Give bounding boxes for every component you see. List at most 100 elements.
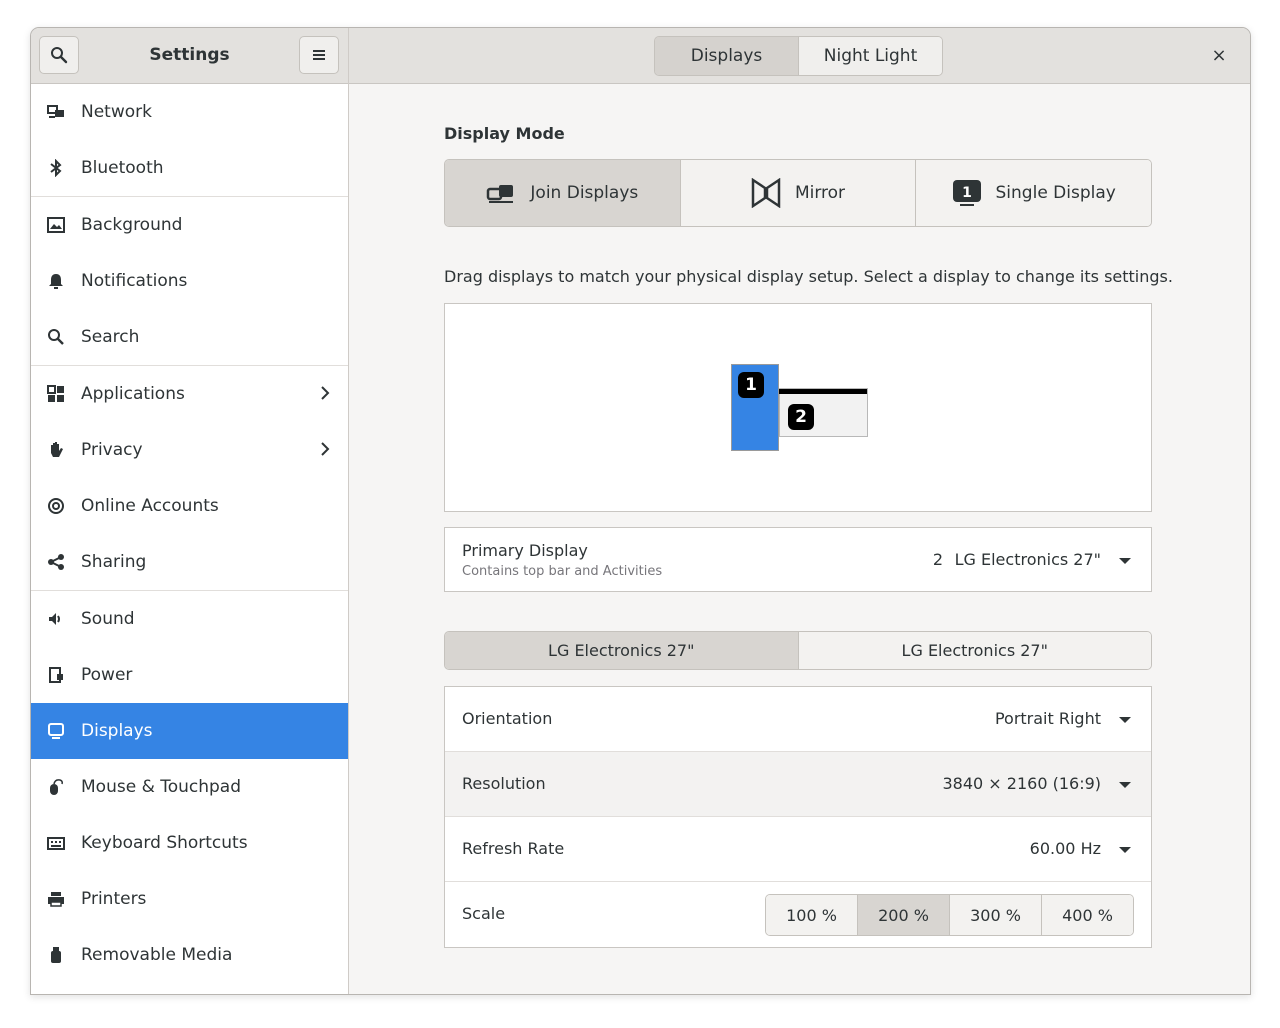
mirror-button[interactable]: Mirror (680, 160, 917, 226)
background-icon (31, 216, 81, 234)
sidebar-item-label: Privacy (81, 440, 143, 460)
menu-button[interactable] (299, 36, 339, 74)
monitor-1-badge: 1 (738, 372, 764, 398)
mouse-icon (31, 778, 81, 796)
monitor-tabs: LG Electronics 27" LG Electronics 27" (444, 631, 1152, 670)
sidebar-item-label: Online Accounts (81, 496, 219, 516)
scale-200-button[interactable]: 200 % (858, 895, 950, 935)
refresh-rate-label: Refresh Rate (462, 839, 565, 858)
scale-selector: 100 % 200 % 300 % 400 % (765, 894, 1134, 936)
orientation-label: Orientation (462, 709, 553, 728)
scale-400-button[interactable]: 400 % (1042, 895, 1133, 935)
power-icon (31, 666, 81, 684)
applications-icon (31, 385, 81, 403)
single-display-icon: 1 (952, 180, 981, 206)
orientation-value: Portrait Right (994, 709, 1101, 728)
view-switcher: Displays Night Light (654, 36, 943, 76)
display-arrangement-area: 1 2 (444, 303, 1152, 512)
sidebar-item-label: Bluetooth (81, 158, 164, 178)
keyboard-icon (31, 834, 81, 852)
usb-icon (31, 946, 81, 964)
close-button[interactable]: × (1206, 42, 1232, 68)
sidebar-item-label: Search (81, 327, 140, 347)
at-icon (31, 497, 81, 515)
join-displays-button[interactable]: Join Displays (445, 160, 681, 226)
svg-text:1: 1 (962, 185, 972, 201)
sidebar-item-sharing[interactable]: Sharing (31, 534, 348, 590)
sidebar-item-power[interactable]: Power (31, 647, 348, 703)
sidebar-item-displays[interactable]: Displays (31, 703, 348, 759)
chevron-right-icon (320, 441, 330, 461)
settings-window: Settings Displays Night Light × Network … (30, 27, 1251, 995)
speaker-icon (31, 610, 81, 628)
display-mode-heading: Display Mode (444, 124, 565, 143)
sidebar-item-label: Sound (81, 609, 135, 629)
sidebar-item-notifications[interactable]: Notifications (31, 253, 348, 309)
sidebar-item-mouse-touchpad[interactable]: Mouse & Touchpad (31, 759, 348, 815)
sidebar-item-privacy[interactable]: Privacy (31, 422, 348, 478)
share-icon (31, 553, 81, 571)
sidebar-item-printers[interactable]: Printers (31, 871, 348, 927)
bell-icon (31, 272, 81, 290)
primary-display-value: LG Electronics 27" (954, 550, 1101, 569)
dropdown-arrow-icon (1119, 847, 1131, 853)
sidebar-item-label: Background (81, 215, 183, 235)
sidebar-item-label: Network (81, 102, 152, 122)
tab-monitor-1[interactable]: LG Electronics 27" (445, 632, 799, 669)
content-header: Displays Night Light × (349, 28, 1250, 84)
sidebar-item-network[interactable]: Network (31, 84, 348, 140)
sidebar-item-label: Displays (81, 721, 153, 741)
refresh-rate-row[interactable]: Refresh Rate 60.00 Hz (445, 817, 1151, 882)
single-display-button[interactable]: 1 Single Display (916, 160, 1151, 226)
sidebar-item-label: Sharing (81, 552, 147, 572)
sidebar-item-search[interactable]: Search (31, 309, 348, 365)
resolution-row[interactable]: Resolution 3840 × 2160 (16:9) (445, 752, 1151, 817)
single-display-label: Single Display (995, 183, 1116, 203)
bluetooth-icon (31, 159, 81, 177)
sidebar-item-applications[interactable]: Applications (31, 366, 348, 422)
search-icon (31, 328, 81, 346)
resolution-label: Resolution (462, 774, 546, 793)
sidebar-item-background[interactable]: Background (31, 197, 348, 253)
network-icon (31, 103, 81, 121)
sidebar-item-removable-media[interactable]: Removable Media (31, 927, 348, 983)
sidebar-item-label: Applications (81, 384, 185, 404)
hand-icon (31, 441, 81, 459)
orientation-row[interactable]: Orientation Portrait Right (445, 687, 1151, 752)
primary-display-title: Primary Display (462, 541, 588, 560)
hamburger-icon (313, 50, 325, 60)
sidebar-item-label: Notifications (81, 271, 188, 291)
sidebar-header: Settings (31, 28, 348, 84)
scale-label: Scale (462, 904, 506, 923)
printer-icon (31, 890, 81, 908)
primary-display-number: 2 (932, 550, 943, 569)
scale-300-button[interactable]: 300 % (950, 895, 1042, 935)
scale-row: Scale 100 % 200 % 300 % 400 % (445, 882, 1151, 947)
primary-display-row[interactable]: Primary Display Contains top bar and Act… (444, 527, 1152, 592)
top-bar-indicator (779, 389, 867, 394)
join-displays-icon (487, 185, 514, 203)
resolution-value: 3840 × 2160 (16:9) (942, 774, 1101, 793)
primary-display-subtitle: Contains top bar and Activities (462, 564, 663, 579)
display-icon (31, 722, 81, 740)
tab-night-light[interactable]: Night Light (799, 37, 942, 75)
monitor-settings-list: Orientation Portrait Right Resolution 38… (444, 686, 1152, 948)
sidebar-item-keyboard-shortcuts[interactable]: Keyboard Shortcuts (31, 815, 348, 871)
sidebar-item-online-accounts[interactable]: Online Accounts (31, 478, 348, 534)
close-icon: × (1211, 44, 1227, 66)
sidebar-item-sound[interactable]: Sound (31, 591, 348, 647)
dropdown-arrow-icon (1119, 717, 1131, 723)
sidebar-item-label: Removable Media (81, 945, 233, 965)
displays-panel: Display Mode Join Displays Mirror 1 Sing… (349, 84, 1250, 994)
display-mode-selector: Join Displays Mirror 1 Single Display (444, 159, 1152, 227)
sidebar-item-label: Keyboard Shortcuts (81, 833, 248, 853)
mirror-icon (751, 178, 781, 208)
chevron-right-icon (320, 385, 330, 405)
tab-displays[interactable]: Displays (655, 37, 799, 75)
scale-100-button[interactable]: 100 % (766, 895, 858, 935)
sidebar-item-bluetooth[interactable]: Bluetooth (31, 140, 348, 196)
tab-monitor-2[interactable]: LG Electronics 27" (798, 632, 1151, 669)
dropdown-arrow-icon (1119, 558, 1131, 564)
monitor-2-badge: 2 (788, 404, 814, 430)
dropdown-arrow-icon (1119, 782, 1131, 788)
